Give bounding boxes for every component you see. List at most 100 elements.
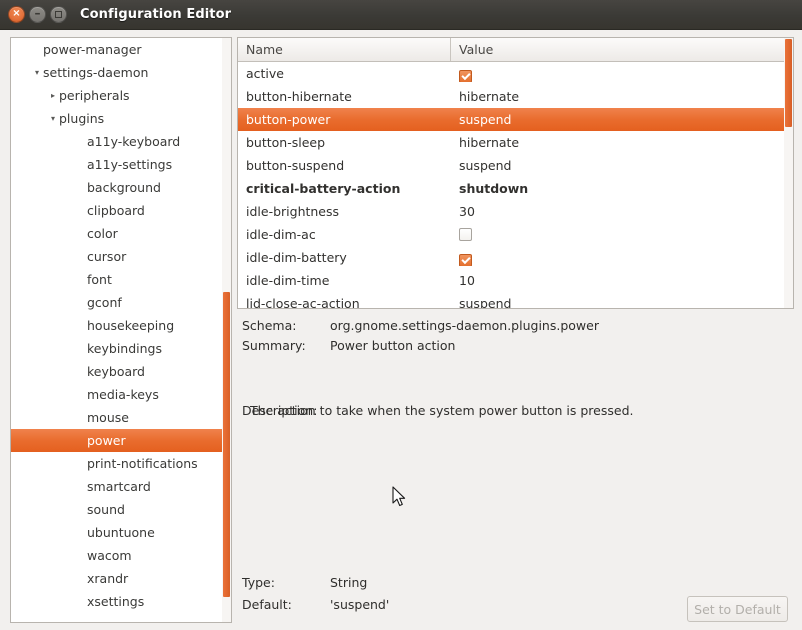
table-row[interactable]: critical-battery-action shutdown (238, 177, 793, 200)
sidebar-item-keyboard[interactable]: keyboard (11, 360, 231, 383)
minimize-button[interactable]: – (29, 6, 46, 23)
table-row[interactable]: idle-dim-ac (238, 223, 793, 246)
sidebar-item-background[interactable]: background (11, 176, 231, 199)
table-row[interactable]: button-suspend suspend (238, 154, 793, 177)
sidebar-item-power-manager[interactable]: power-manager (11, 38, 231, 61)
sidebar-item-a11y-settings[interactable]: a11y-settings (11, 153, 231, 176)
cell-key-value (451, 250, 793, 266)
sidebar-item-media-keys[interactable]: media-keys (11, 383, 231, 406)
window-title: Configuration Editor (80, 7, 232, 22)
table-row[interactable]: button-sleep hibernate (238, 131, 793, 154)
sidebar-item-label: power (87, 433, 126, 448)
sidebar-item-label: mouse (87, 410, 129, 425)
close-button[interactable]: × (8, 6, 25, 23)
sidebar-scrollbar-thumb[interactable] (223, 292, 230, 597)
sidebar-item-clipboard[interactable]: clipboard (11, 199, 231, 222)
default-row: Default: 'suspend' (242, 597, 389, 612)
table-row[interactable]: idle-brightness 30 (238, 200, 793, 223)
window-content: power-manager ▾ settings-daemon ▸ peripheral… (0, 30, 802, 630)
sidebar-item-label: power-manager (43, 42, 142, 57)
sidebar-item-gconf[interactable]: gconf (11, 291, 231, 314)
sidebar-item-label: color (87, 226, 118, 241)
sidebar-item-label: print-notifications (87, 456, 198, 471)
schema-label: Schema: (242, 318, 297, 333)
cell-key-value: hibernate (459, 89, 520, 104)
sidebar-item-label: keyboard (87, 364, 145, 379)
chevron-right-icon[interactable]: ▸ (47, 91, 59, 100)
details-panel: Schema: org.gnome.settings-daemon.plugin… (237, 313, 794, 623)
table-row[interactable]: button-power suspend (238, 108, 793, 131)
description-value: The action to take when the system power… (250, 403, 634, 418)
maximize-button[interactable] (50, 6, 67, 23)
set-to-default-button[interactable]: Set to Default (687, 596, 788, 622)
sidebar-item-label: clipboard (87, 203, 145, 218)
chevron-down-icon[interactable]: ▾ (47, 114, 59, 123)
cell-key-value: shutdown (459, 181, 529, 196)
sidebar-item-a11y-keyboard[interactable]: a11y-keyboard (11, 130, 231, 153)
schema-tree-panel: power-manager ▾ settings-daemon ▸ peripheral… (10, 37, 232, 623)
sidebar-item-xrandr[interactable]: xrandr (11, 567, 231, 590)
sidebar-item-sound[interactable]: sound (11, 498, 231, 521)
summary-row: Summary: Power button action (242, 338, 455, 353)
cell-key-value: suspend (459, 296, 512, 309)
column-header-name[interactable]: Name (238, 38, 451, 61)
schema-value: org.gnome.settings-daemon.plugins.power (330, 318, 599, 333)
sidebar-item-font[interactable]: font (11, 268, 231, 291)
cell-key-value (451, 227, 793, 243)
checkbox-checked-icon[interactable] (459, 69, 472, 82)
table-scrollbar-thumb[interactable] (785, 39, 792, 127)
sidebar-item-cursor[interactable]: cursor (11, 245, 231, 268)
sidebar-item-mouse[interactable]: mouse (11, 406, 231, 429)
sidebar-item-wacom[interactable]: wacom (11, 544, 231, 567)
sidebar-item-power[interactable]: power (11, 429, 231, 452)
summary-value: Power button action (330, 338, 456, 353)
table-body[interactable]: active button-hibernate hibernate button-po… (238, 62, 793, 309)
table-row[interactable]: idle-dim-time 10 (238, 269, 793, 292)
sidebar-item-plugins[interactable]: ▾ plugins (11, 107, 231, 130)
table-header: Name Value (238, 38, 793, 62)
sidebar-item-clipped[interactable] (11, 613, 231, 622)
table-row[interactable]: active (238, 62, 793, 85)
sidebar-item-label: background (87, 180, 161, 195)
close-icon: × (12, 8, 21, 19)
cell-key-value: hibernate (459, 135, 520, 150)
titlebar: × – Configuration Editor (0, 0, 802, 30)
sidebar-item-peripherals[interactable]: ▸ peripherals (11, 84, 231, 107)
sidebar-item-smartcard[interactable]: smartcard (11, 475, 231, 498)
sidebar-item-label: keybindings (87, 341, 162, 356)
cell-key-value: 30 (459, 204, 475, 219)
sidebar-item-keybindings[interactable]: keybindings (11, 337, 231, 360)
table-row[interactable]: button-hibernate hibernate (238, 85, 793, 108)
sidebar-item-label: settings-daemon (43, 65, 149, 80)
sidebar-item-ubuntuone[interactable]: ubuntuone (11, 521, 231, 544)
cell-key-name: idle-dim-time (246, 273, 330, 288)
sidebar-item-label: media-keys (87, 387, 159, 402)
sidebar-item-label: housekeeping (87, 318, 175, 333)
checkbox-checked-icon[interactable] (459, 253, 472, 266)
maximize-icon (55, 11, 62, 18)
cell-key-name: button-power (246, 112, 331, 127)
schema-tree[interactable]: power-manager ▾ settings-daemon ▸ peripheral… (11, 38, 231, 622)
sidebar-item-color[interactable]: color (11, 222, 231, 245)
column-header-value[interactable]: Value (451, 38, 793, 61)
sidebar-item-label: xrandr (87, 571, 129, 586)
table-row[interactable]: lid-close-ac-action suspend (238, 292, 793, 309)
chevron-down-icon[interactable]: ▾ (31, 68, 43, 77)
cell-key-name: button-sleep (246, 135, 326, 150)
default-value: 'suspend' (330, 597, 390, 612)
sidebar-item-label: a11y-settings (87, 157, 173, 172)
table-row[interactable]: idle-dim-battery (238, 246, 793, 269)
sidebar-item-xsettings[interactable]: xsettings (11, 590, 231, 613)
cell-key-name: idle-brightness (246, 204, 340, 219)
checkbox-unchecked-icon[interactable] (459, 227, 472, 241)
sidebar-item-print-notifications[interactable]: print-notifications (11, 452, 231, 475)
cell-key-name: button-hibernate (246, 89, 352, 104)
cell-key-name: active (246, 66, 284, 81)
sidebar-item-label: font (87, 272, 112, 287)
sidebar-item-settings-daemon[interactable]: ▾ settings-daemon (11, 61, 231, 84)
sidebar-item-housekeeping[interactable]: housekeeping (11, 314, 231, 337)
sidebar-item-label: a11y-keyboard (87, 134, 181, 149)
cell-key-name: idle-dim-battery (246, 250, 347, 265)
keys-table-panel: Name Value active button-hibernate hiberna… (237, 37, 794, 309)
configuration-editor-window: × – Configuration Editor power-manager ▾ s… (0, 0, 802, 630)
